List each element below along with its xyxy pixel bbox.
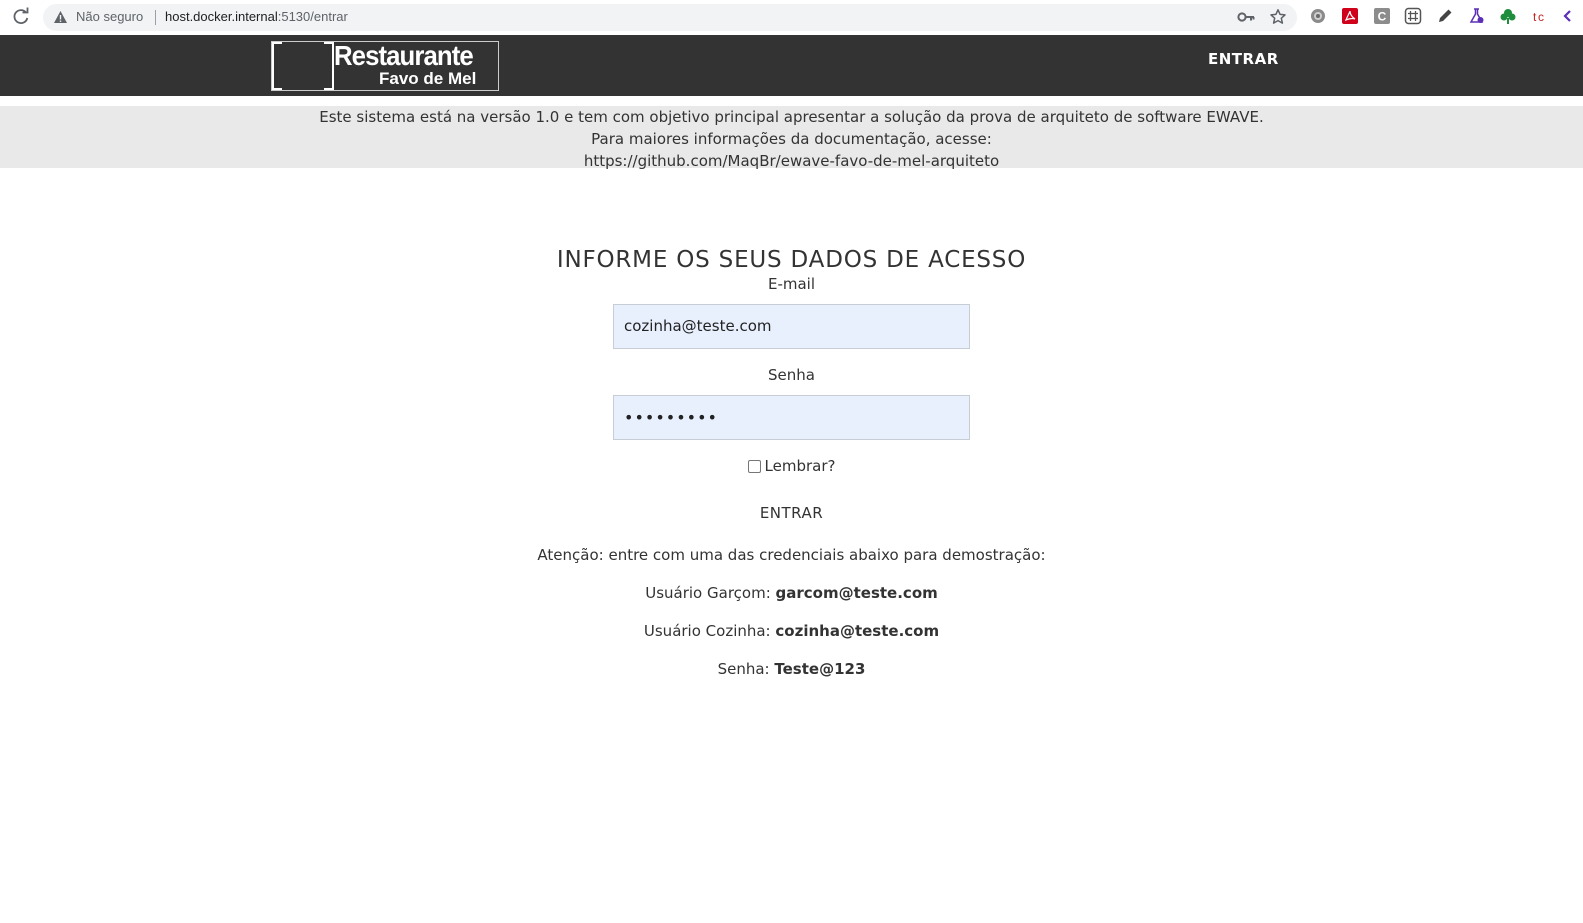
banner-line-1: Este sistema está na versão 1.0 e tem co… <box>319 108 1264 126</box>
banner-line-2: Para maiores informações da documentação… <box>591 130 992 148</box>
tag-icon[interactable]: t c <box>1531 7 1549 25</box>
key-icon[interactable] <box>1237 10 1255 24</box>
banner-doc-link[interactable]: https://github.com/MaqBr/ewave-favo-de-m… <box>0 150 1583 172</box>
chevron-left-icon[interactable] <box>1560 7 1574 25</box>
info-banner: Este sistema está na versão 1.0 e tem co… <box>0 106 1583 170</box>
demo-kitchen-email: cozinha@teste.com <box>775 622 940 640</box>
demo-waiter: Usuário Garçom: garcom@teste.com <box>0 582 1583 604</box>
site-navbar: Restaurante Favo de Mel ENTRAR <box>0 35 1583 96</box>
restaurant-logo[interactable]: Restaurante Favo de Mel <box>271 40 499 91</box>
password-label: Senha <box>768 366 815 384</box>
logo-frame-icon <box>272 42 334 90</box>
security-label[interactable]: Não seguro <box>76 9 143 24</box>
url-host: host.docker.internal <box>165 9 278 24</box>
logo-subtitle: Favo de Mel <box>379 69 477 88</box>
svg-text:t: t <box>1533 10 1537 24</box>
reload-icon[interactable] <box>11 7 31 27</box>
remember-checkbox[interactable] <box>747 459 761 473</box>
divider <box>155 10 156 25</box>
pencil-icon[interactable] <box>1436 7 1454 25</box>
remember-row: Lembrar? <box>0 456 1583 476</box>
tree-icon[interactable] <box>1499 7 1517 25</box>
email-label: E-mail <box>767 275 816 293</box>
demo-password: Senha: Teste@123 <box>0 658 1583 680</box>
address-bar[interactable]: Não seguro host.docker.internal:5130/ent… <box>43 4 1297 31</box>
email-value: cozinha@teste.com <box>624 317 772 335</box>
login-form: INFORME OS SEUS DADOS DE ACESSO E-mail c… <box>0 240 1583 680</box>
url-text[interactable]: host.docker.internal:5130/entrar <box>165 9 348 24</box>
svg-text:c: c <box>1538 10 1544 24</box>
pdf-icon[interactable] <box>1341 7 1359 25</box>
grid-icon[interactable] <box>1404 7 1422 25</box>
c-letter-icon[interactable]: C <box>1373 7 1391 25</box>
settings-gear-icon[interactable] <box>1309 7 1327 25</box>
demo-kitchen: Usuário Cozinha: cozinha@teste.com <box>0 620 1583 642</box>
bookmark-star-icon[interactable] <box>1269 8 1287 26</box>
login-submit-button[interactable]: ENTRAR <box>752 500 831 526</box>
demo-password-label: Senha: <box>717 660 770 678</box>
demo-attention: Atenção: entre com uma das credenciais a… <box>537 546 1046 564</box>
password-value: ••••••••• <box>624 408 718 427</box>
email-field[interactable]: cozinha@teste.com <box>613 304 970 349</box>
svg-text:C: C <box>1378 10 1387 24</box>
browser-toolbar: Não seguro host.docker.internal:5130/ent… <box>0 0 1583 35</box>
remember-label[interactable]: Lembrar? <box>765 457 836 475</box>
password-field[interactable]: ••••••••• <box>613 395 970 440</box>
demo-waiter-email: garcom@teste.com <box>775 584 938 602</box>
demo-password-value: Teste@123 <box>774 660 866 678</box>
flask-icon[interactable] <box>1468 7 1486 25</box>
nav-login-link[interactable]: ENTRAR <box>1208 50 1279 68</box>
demo-waiter-label: Usuário Garçom: <box>645 584 771 602</box>
url-path: :5130/entrar <box>277 9 348 24</box>
warning-icon[interactable] <box>53 10 68 24</box>
logo-title: Restaurante <box>334 40 474 71</box>
demo-kitchen-label: Usuário Cozinha: <box>643 622 771 640</box>
